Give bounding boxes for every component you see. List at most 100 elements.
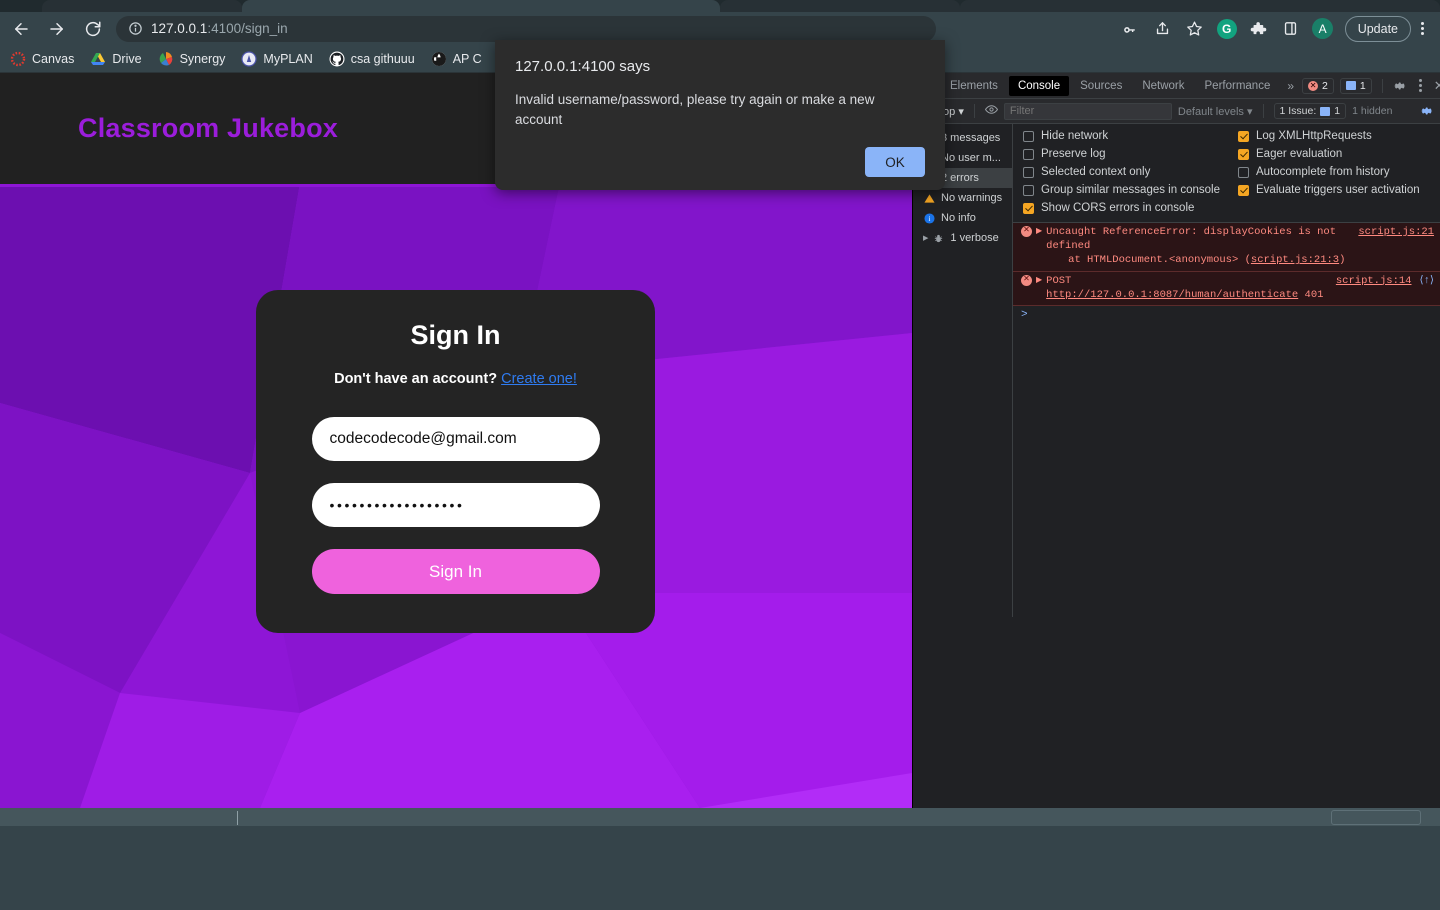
address-bar[interactable]: 127.0.0.1:4100/sign_in — [116, 16, 936, 42]
tab-network[interactable]: Network — [1133, 76, 1193, 96]
bookmark-canvas[interactable]: Canvas — [10, 51, 74, 67]
tab-inactive-2[interactable] — [720, 0, 960, 12]
sidebar-item-label: 2 errors — [941, 172, 979, 184]
tab-inactive-3[interactable] — [960, 0, 1440, 12]
stack-prefix: at HTMLDocument.<anonymous> ( — [1068, 254, 1251, 266]
bug-icon — [932, 233, 944, 244]
bookmark-label: Synergy — [180, 52, 226, 66]
error-count: 2 — [1322, 80, 1328, 92]
back-button[interactable] — [6, 14, 36, 44]
console-error-message-2[interactable]: ✕ ▶ POST http://127.0.0.1:8087/human/aut… — [1013, 272, 1440, 306]
stack-source-link[interactable]: script.js:21:3 — [1251, 254, 1339, 266]
checkbox[interactable] — [1023, 203, 1034, 214]
expand-triangle-icon[interactable]: ▶ — [1036, 276, 1042, 302]
checkbox[interactable] — [1238, 131, 1249, 142]
tab-active[interactable] — [242, 0, 720, 12]
bookmark-ap-c[interactable]: AP C — [431, 51, 482, 67]
bookmark-drive[interactable]: Drive — [90, 51, 141, 67]
stack-suffix: ) — [1339, 254, 1345, 266]
sidebar-item-label: No info — [941, 212, 976, 224]
site-info-icon[interactable] — [128, 21, 143, 36]
checkbox[interactable] — [1023, 149, 1034, 160]
setting-hide-network[interactable]: Hide network — [1023, 130, 1238, 142]
setting-log-xhr[interactable]: Log XMLHttpRequests — [1238, 130, 1430, 142]
bookmark-star-icon[interactable] — [1181, 15, 1209, 43]
console-prompt[interactable]: > — [1013, 306, 1440, 324]
console-filter-input[interactable] — [1004, 103, 1172, 120]
sidebar-item-verbose[interactable]: ▶ 1 verbose — [913, 228, 1012, 248]
create-account-link[interactable]: Create one! — [501, 371, 577, 387]
error-source-link[interactable]: script.js:14 — [1336, 274, 1412, 302]
tab-sources[interactable]: Sources — [1071, 76, 1131, 96]
setting-autocomplete-history[interactable]: Autocomplete from history — [1238, 166, 1430, 178]
settings-gear-icon[interactable] — [1393, 79, 1407, 93]
expand-triangle-icon[interactable]: ▶ — [1036, 227, 1042, 268]
drive-icon — [90, 51, 106, 67]
sidebar-item-info[interactable]: i No info — [913, 208, 1012, 228]
setting-label: Eager evaluation — [1256, 148, 1342, 160]
divider — [974, 104, 975, 118]
forward-button[interactable] — [42, 14, 72, 44]
password-key-icon[interactable] — [1117, 15, 1145, 43]
console-settings-gear-icon[interactable] — [1420, 104, 1434, 118]
expand-triangle-icon[interactable]: ▶ — [923, 234, 928, 242]
setting-label: Evaluate triggers user activation — [1256, 184, 1420, 196]
bookmark-synergy[interactable]: Synergy — [158, 51, 226, 67]
dialog-message: Invalid username/password, please try ag… — [515, 90, 895, 129]
devtools-menu-icon[interactable] — [1413, 79, 1428, 92]
share-icon[interactable] — [1149, 15, 1177, 43]
reload-button[interactable] — [78, 14, 108, 44]
close-devtools-icon[interactable]: ✕ — [1434, 78, 1440, 94]
console-error-message-1[interactable]: ✕ ▶ Uncaught ReferenceError: displayCook… — [1013, 223, 1440, 272]
tab-strip[interactable] — [0, 0, 1440, 12]
bookmark-label: Drive — [112, 52, 141, 66]
bookmark-label: csa githuuu — [351, 52, 415, 66]
setting-preserve-log[interactable]: Preserve log — [1023, 148, 1238, 160]
request-url-link[interactable]: http://127.0.0.1:8087/human/authenticate — [1046, 289, 1298, 301]
checkbox[interactable] — [1238, 149, 1249, 160]
divider — [1382, 79, 1383, 93]
bottom-input-box[interactable] — [1331, 810, 1421, 825]
extensions-puzzle-icon[interactable] — [1245, 15, 1273, 43]
tab-console[interactable]: Console — [1009, 76, 1069, 96]
checkbox[interactable] — [1238, 167, 1249, 178]
checkbox[interactable] — [1023, 167, 1034, 178]
error-source-link[interactable]: script.js:21 — [1358, 225, 1434, 268]
bookmark-myplan[interactable]: MyPLAN — [241, 51, 312, 67]
profile-avatar[interactable]: A — [1309, 15, 1337, 43]
checkbox[interactable] — [1023, 185, 1034, 196]
checkbox[interactable] — [1238, 185, 1249, 196]
password-input[interactable] — [312, 483, 600, 527]
sidebar-item-warnings[interactable]: No warnings — [913, 188, 1012, 208]
log-levels-dropdown[interactable]: Default levels ▾ — [1178, 105, 1253, 118]
setting-show-cors-errors[interactable]: Show CORS errors in console — [1023, 202, 1238, 214]
browser-menu-icon[interactable] — [1415, 22, 1430, 35]
error-count-badge[interactable]: ✕ 2 — [1302, 78, 1334, 94]
signin-card: Sign In Don't have an account? Create on… — [256, 290, 655, 633]
canvas-icon — [10, 51, 26, 67]
network-request-icon[interactable]: ⟨↑⟩ — [1420, 274, 1435, 302]
tab-inactive-1[interactable] — [42, 0, 242, 12]
devtools-tabbar: Elements Console Sources Network Perform… — [913, 73, 1440, 99]
tab-performance[interactable]: Performance — [1196, 76, 1280, 96]
side-panel-icon[interactable] — [1277, 15, 1305, 43]
setting-group-similar[interactable]: Group similar messages in console — [1023, 184, 1238, 196]
more-tabs-icon[interactable]: » — [1281, 79, 1300, 93]
live-expression-eye-icon[interactable] — [985, 103, 998, 119]
dialog-ok-button[interactable]: OK — [865, 147, 925, 177]
http-method: POST — [1046, 275, 1071, 287]
error-icon: ✕ — [1308, 81, 1318, 91]
message-count: 1 — [1360, 80, 1366, 92]
issues-badge[interactable]: 1 Issue: 1 — [1274, 103, 1347, 119]
setting-eager-evaluation[interactable]: Eager evaluation — [1238, 148, 1430, 160]
bookmark-csa-github[interactable]: csa githuuu — [329, 51, 415, 67]
grammarly-extension-icon[interactable]: G — [1213, 15, 1241, 43]
checkbox[interactable] — [1023, 131, 1034, 142]
update-button[interactable]: Update — [1345, 16, 1411, 42]
tab-elements[interactable]: Elements — [941, 76, 1007, 96]
message-count-badge[interactable]: 1 — [1340, 78, 1372, 94]
setting-evaluate-triggers[interactable]: Evaluate triggers user activation — [1238, 184, 1430, 196]
email-input[interactable] — [312, 417, 600, 461]
signin-button[interactable]: Sign In — [312, 549, 600, 594]
setting-selected-context-only[interactable]: Selected context only — [1023, 166, 1238, 178]
